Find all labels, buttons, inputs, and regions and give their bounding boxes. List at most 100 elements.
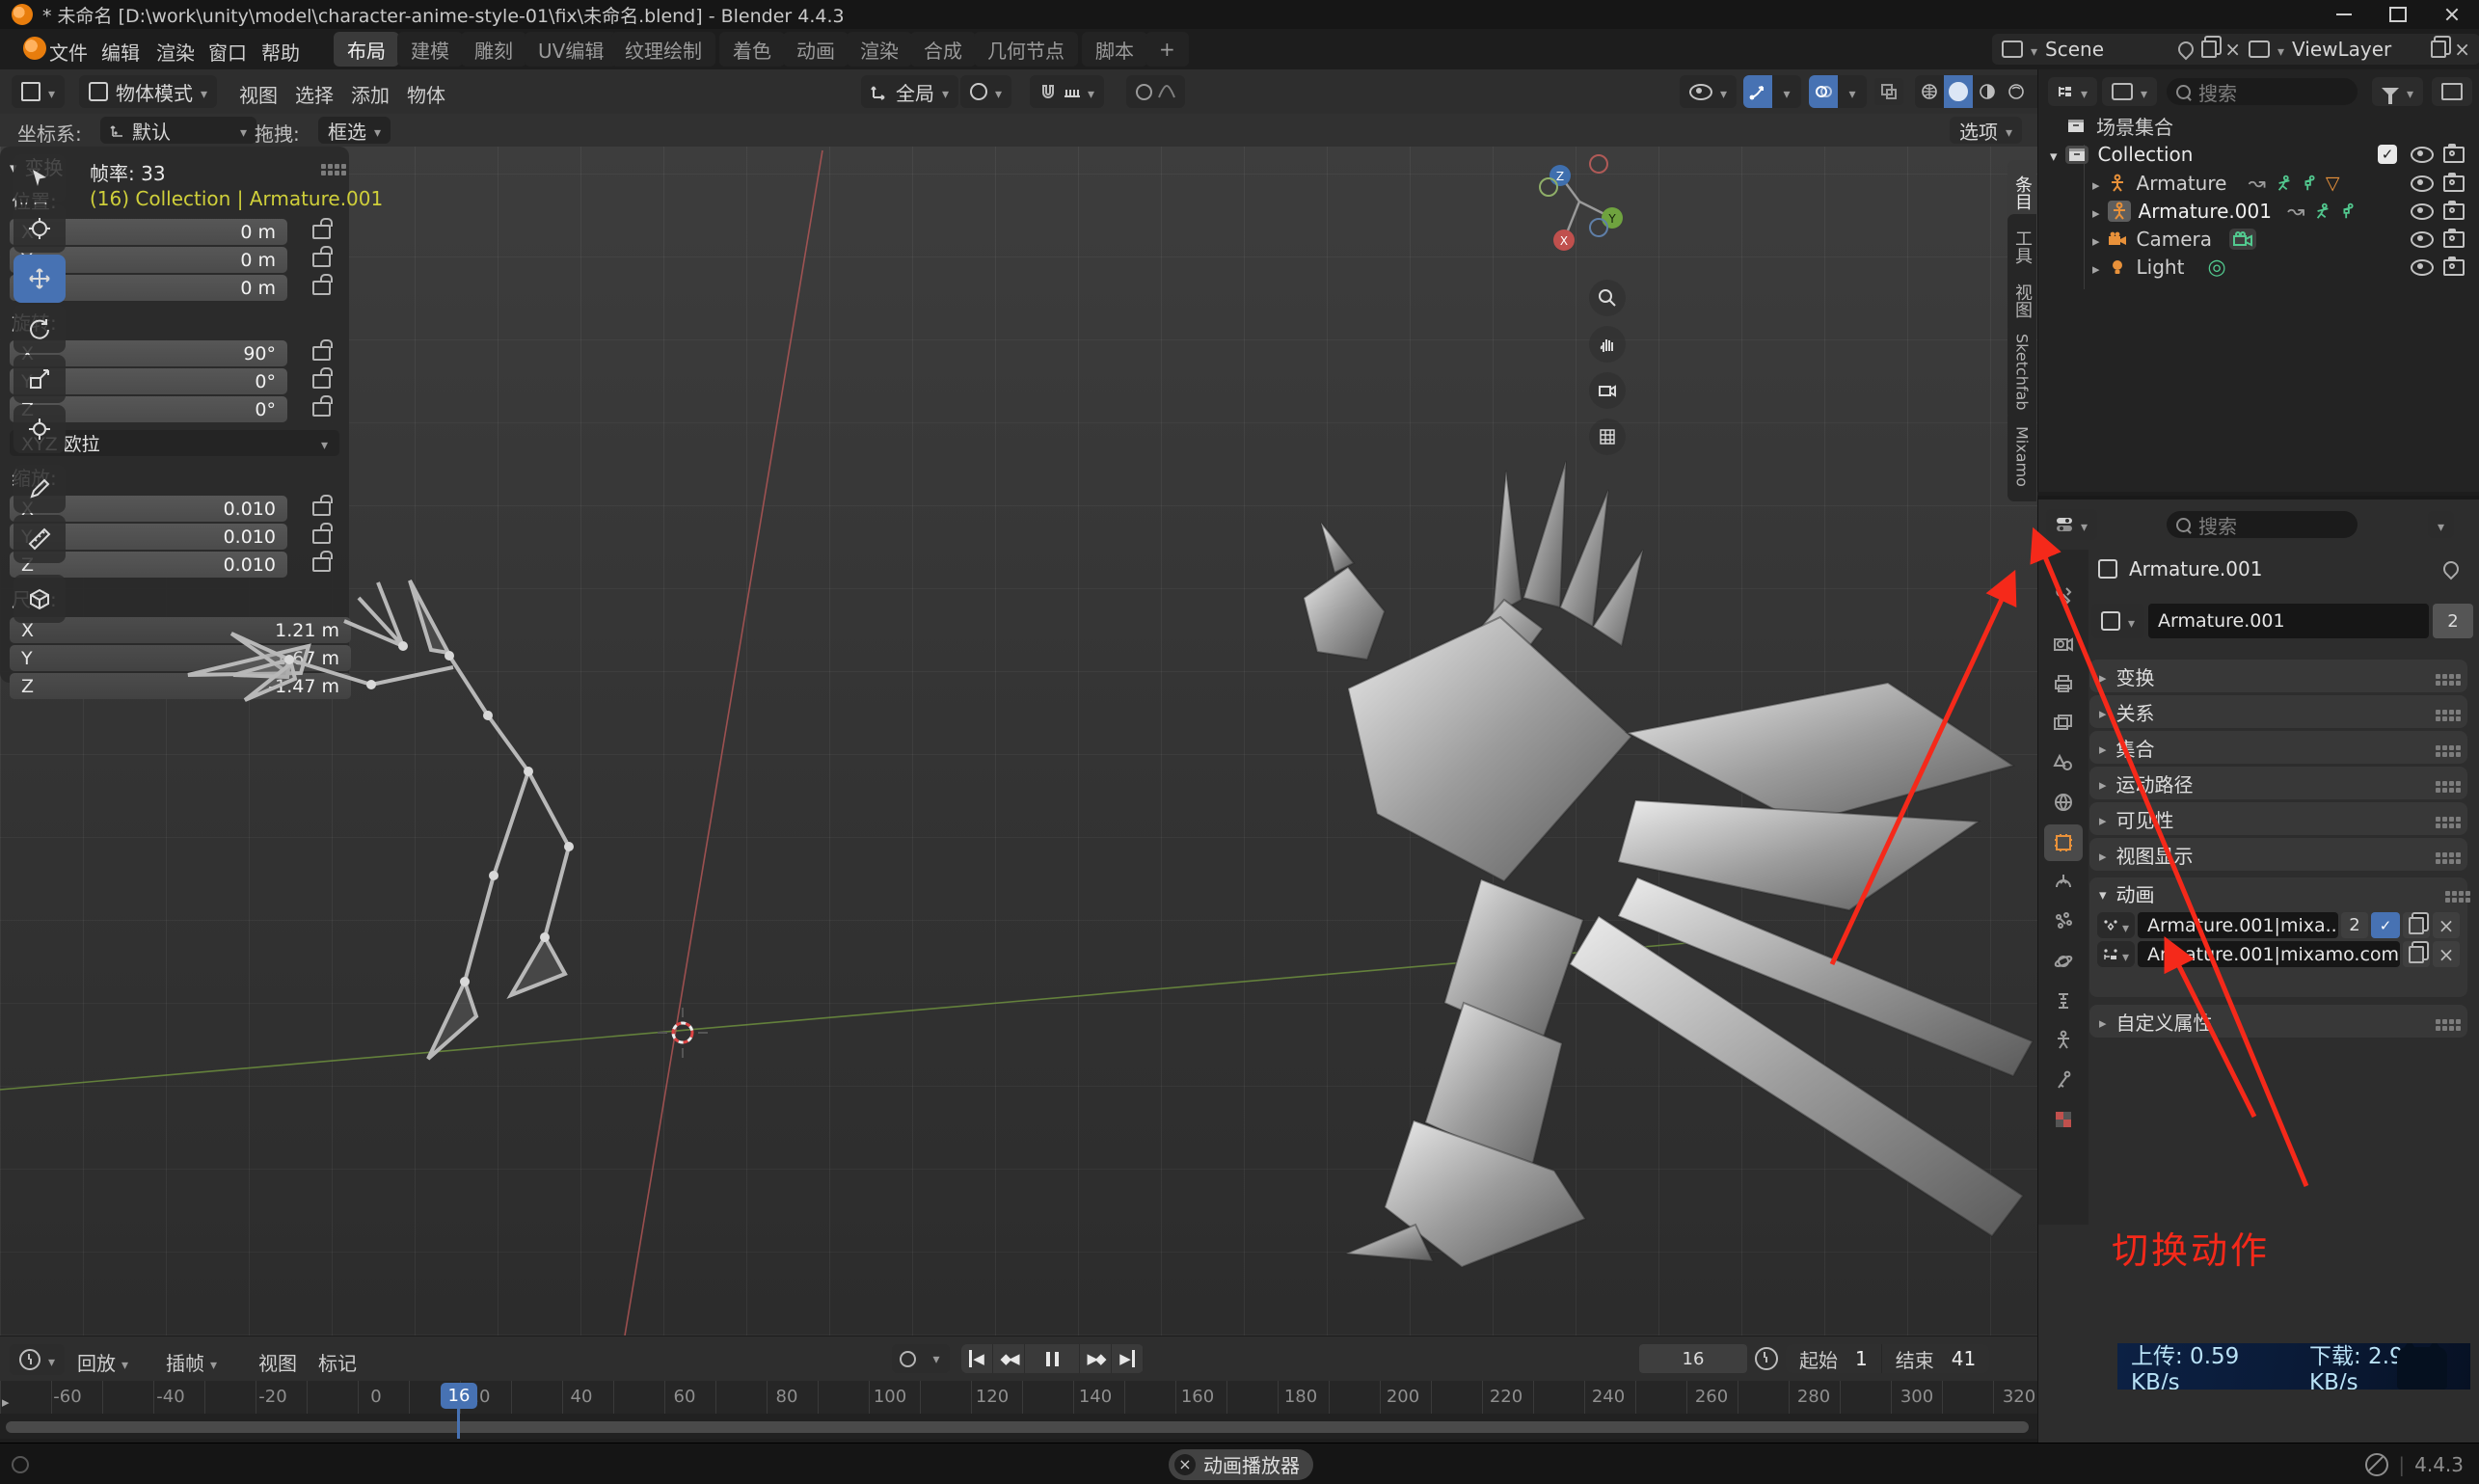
- prev-keyframe-button[interactable]: ◆◀: [993, 1344, 1025, 1373]
- workspace-tab-modeling[interactable]: 建模: [397, 32, 463, 67]
- nav-tab-tool[interactable]: [2050, 582, 2077, 609]
- render-camera-icon[interactable]: [2443, 231, 2465, 248]
- timeline-menu-view[interactable]: 视图: [258, 1348, 297, 1376]
- action-users-button[interactable]: 2: [2341, 912, 2368, 938]
- section-motion-paths[interactable]: 运动路径: [2089, 767, 2467, 799]
- action-type-dropdown[interactable]: [2097, 912, 2135, 938]
- workspace-tab-animation[interactable]: 动画: [783, 32, 849, 67]
- timeline-ruler[interactable]: -60 -40 -20 0 20 40 60 80 100 120 140 16…: [0, 1381, 2037, 1414]
- nav-tab-physics[interactable]: [2050, 948, 2077, 975]
- nav-tab-output[interactable]: [2050, 670, 2077, 697]
- sidebar-tab-sketchfab[interactable]: Sketchfab: [2007, 324, 2036, 420]
- mode-selector[interactable]: 物体模式: [79, 75, 217, 108]
- jump-to-start-button[interactable]: ◀: [961, 1344, 993, 1373]
- playhead-current-frame[interactable]: 16: [441, 1383, 477, 1409]
- properties-editor-type-button[interactable]: [2046, 509, 2097, 540]
- lock-icon[interactable]: [312, 402, 331, 417]
- tool-add-cube[interactable]: [13, 575, 66, 623]
- minimize-button[interactable]: [2317, 0, 2371, 29]
- nav-tab-view-layer[interactable]: [2050, 710, 2077, 737]
- camera-view-button[interactable]: [1589, 372, 1626, 409]
- tool-measure[interactable]: [13, 515, 66, 563]
- nav-tab-texture[interactable]: [2050, 1106, 2077, 1133]
- action-name-field[interactable]: Armature.001|mixa...: [2138, 912, 2338, 938]
- pin-icon[interactable]: [2440, 558, 2463, 580]
- editor-type-button[interactable]: [12, 75, 65, 108]
- nav-tab-object-data[interactable]: [2050, 1027, 2077, 1054]
- visibility-dropdown[interactable]: [1680, 75, 1737, 108]
- render-camera-icon[interactable]: [2443, 259, 2465, 276]
- transform-orientation-selector[interactable]: 全局: [861, 75, 958, 108]
- remove-icon[interactable]: [2454, 38, 2470, 61]
- cancel-job-icon[interactable]: [1174, 1454, 1196, 1475]
- copy-icon[interactable]: [2201, 40, 2217, 58]
- end-frame-field[interactable]: 结束41: [1882, 1344, 1989, 1373]
- collection-checkbox[interactable]: [2378, 145, 2397, 164]
- viewport-menu-view[interactable]: 视图: [239, 80, 278, 108]
- hide-eye-icon[interactable]: [2411, 175, 2434, 192]
- pin-icon[interactable]: [2175, 39, 2197, 61]
- render-camera-icon[interactable]: [2443, 175, 2465, 192]
- section-visibility[interactable]: 可见性: [2089, 802, 2467, 835]
- tool-scale[interactable]: [13, 355, 66, 403]
- lock-icon[interactable]: [312, 557, 331, 572]
- perspective-toggle-button[interactable]: [1589, 418, 1626, 455]
- viewport-menu-select[interactable]: 选择: [295, 80, 334, 108]
- gizmo-neg-x[interactable]: [1590, 155, 1607, 173]
- shading-rendered-button[interactable]: [2002, 78, 2031, 105]
- nav-tab-bone[interactable]: [2050, 1066, 2077, 1093]
- add-workspace-button[interactable]: +: [1145, 32, 1189, 67]
- scene-selector[interactable]: Scene: [1992, 34, 2250, 65]
- menu-help[interactable]: 帮助: [261, 38, 300, 66]
- armature-001-row[interactable]: Armature.001 ↝: [2092, 198, 2472, 225]
- nav-tab-render[interactable]: [2050, 631, 2077, 658]
- options-dropdown[interactable]: 选项: [1950, 117, 2022, 144]
- unlink-slot-button[interactable]: [2433, 941, 2460, 967]
- scene-collection-row[interactable]: 场景集合: [2067, 112, 2472, 139]
- properties-search-input[interactable]: 搜索: [2167, 511, 2358, 538]
- camera-row[interactable]: Camera: [2092, 226, 2472, 253]
- tool-transform[interactable]: [13, 405, 66, 453]
- start-frame-field[interactable]: 起始1: [1786, 1344, 1882, 1373]
- lock-icon[interactable]: [312, 346, 331, 361]
- maximize-button[interactable]: [2371, 0, 2425, 29]
- show-overlays-toggle[interactable]: [1809, 75, 1838, 108]
- menu-edit[interactable]: 编辑: [101, 38, 140, 66]
- proportional-editing-controls[interactable]: [1126, 75, 1185, 108]
- expand-icon[interactable]: [2050, 143, 2058, 166]
- workspace-tab-scripting[interactable]: 脚本: [1082, 32, 1147, 67]
- armature-row[interactable]: Armature ↝ ▽: [2092, 170, 2472, 197]
- lock-icon[interactable]: [312, 225, 331, 239]
- workspace-tab-shading[interactable]: 着色: [719, 32, 785, 67]
- timeline-scrollbar[interactable]: [6, 1421, 2029, 1433]
- tool-rotate[interactable]: [13, 305, 66, 353]
- collection-row[interactable]: Collection: [2050, 141, 2472, 168]
- unlink-action-button[interactable]: [2433, 912, 2460, 938]
- outliner-filter-collection[interactable]: [2102, 77, 2157, 106]
- timeline-track-area[interactable]: [0, 1414, 2037, 1439]
- gizmo-neg-y[interactable]: [1540, 178, 1557, 196]
- workspace-tab-geometry-nodes[interactable]: 几何节点: [974, 32, 1078, 67]
- pause-button[interactable]: [1025, 1344, 1080, 1373]
- copy-icon[interactable]: [2431, 40, 2446, 58]
- jump-to-end-button[interactable]: ▶: [1112, 1344, 1144, 1373]
- section-transform[interactable]: 变换: [2089, 660, 2467, 692]
- render-camera-icon[interactable]: [2443, 203, 2465, 220]
- lock-icon[interactable]: [312, 374, 331, 389]
- pivot-point-button[interactable]: [960, 75, 1011, 108]
- workspace-tab-rendering[interactable]: 渲染: [847, 32, 912, 67]
- xray-toggle[interactable]: [1874, 78, 1903, 105]
- hide-eye-icon[interactable]: [2411, 231, 2434, 248]
- hide-eye-icon[interactable]: [2411, 147, 2434, 163]
- workspace-tab-sculpting[interactable]: 雕刻: [461, 32, 526, 67]
- expand-icon[interactable]: [2092, 228, 2100, 251]
- zoom-button[interactable]: [1589, 280, 1626, 316]
- stopwatch-icon[interactable]: [1755, 1347, 1778, 1370]
- playhead-line[interactable]: [457, 1409, 460, 1439]
- menu-render[interactable]: 渲染: [156, 38, 195, 66]
- custom-orientation-dropdown[interactable]: 默认: [100, 117, 256, 144]
- tool-cursor[interactable]: [13, 204, 66, 253]
- next-keyframe-button[interactable]: ▶◆: [1080, 1344, 1112, 1373]
- lock-icon[interactable]: [312, 501, 331, 516]
- viewport-menu-object[interactable]: 物体: [407, 80, 445, 108]
